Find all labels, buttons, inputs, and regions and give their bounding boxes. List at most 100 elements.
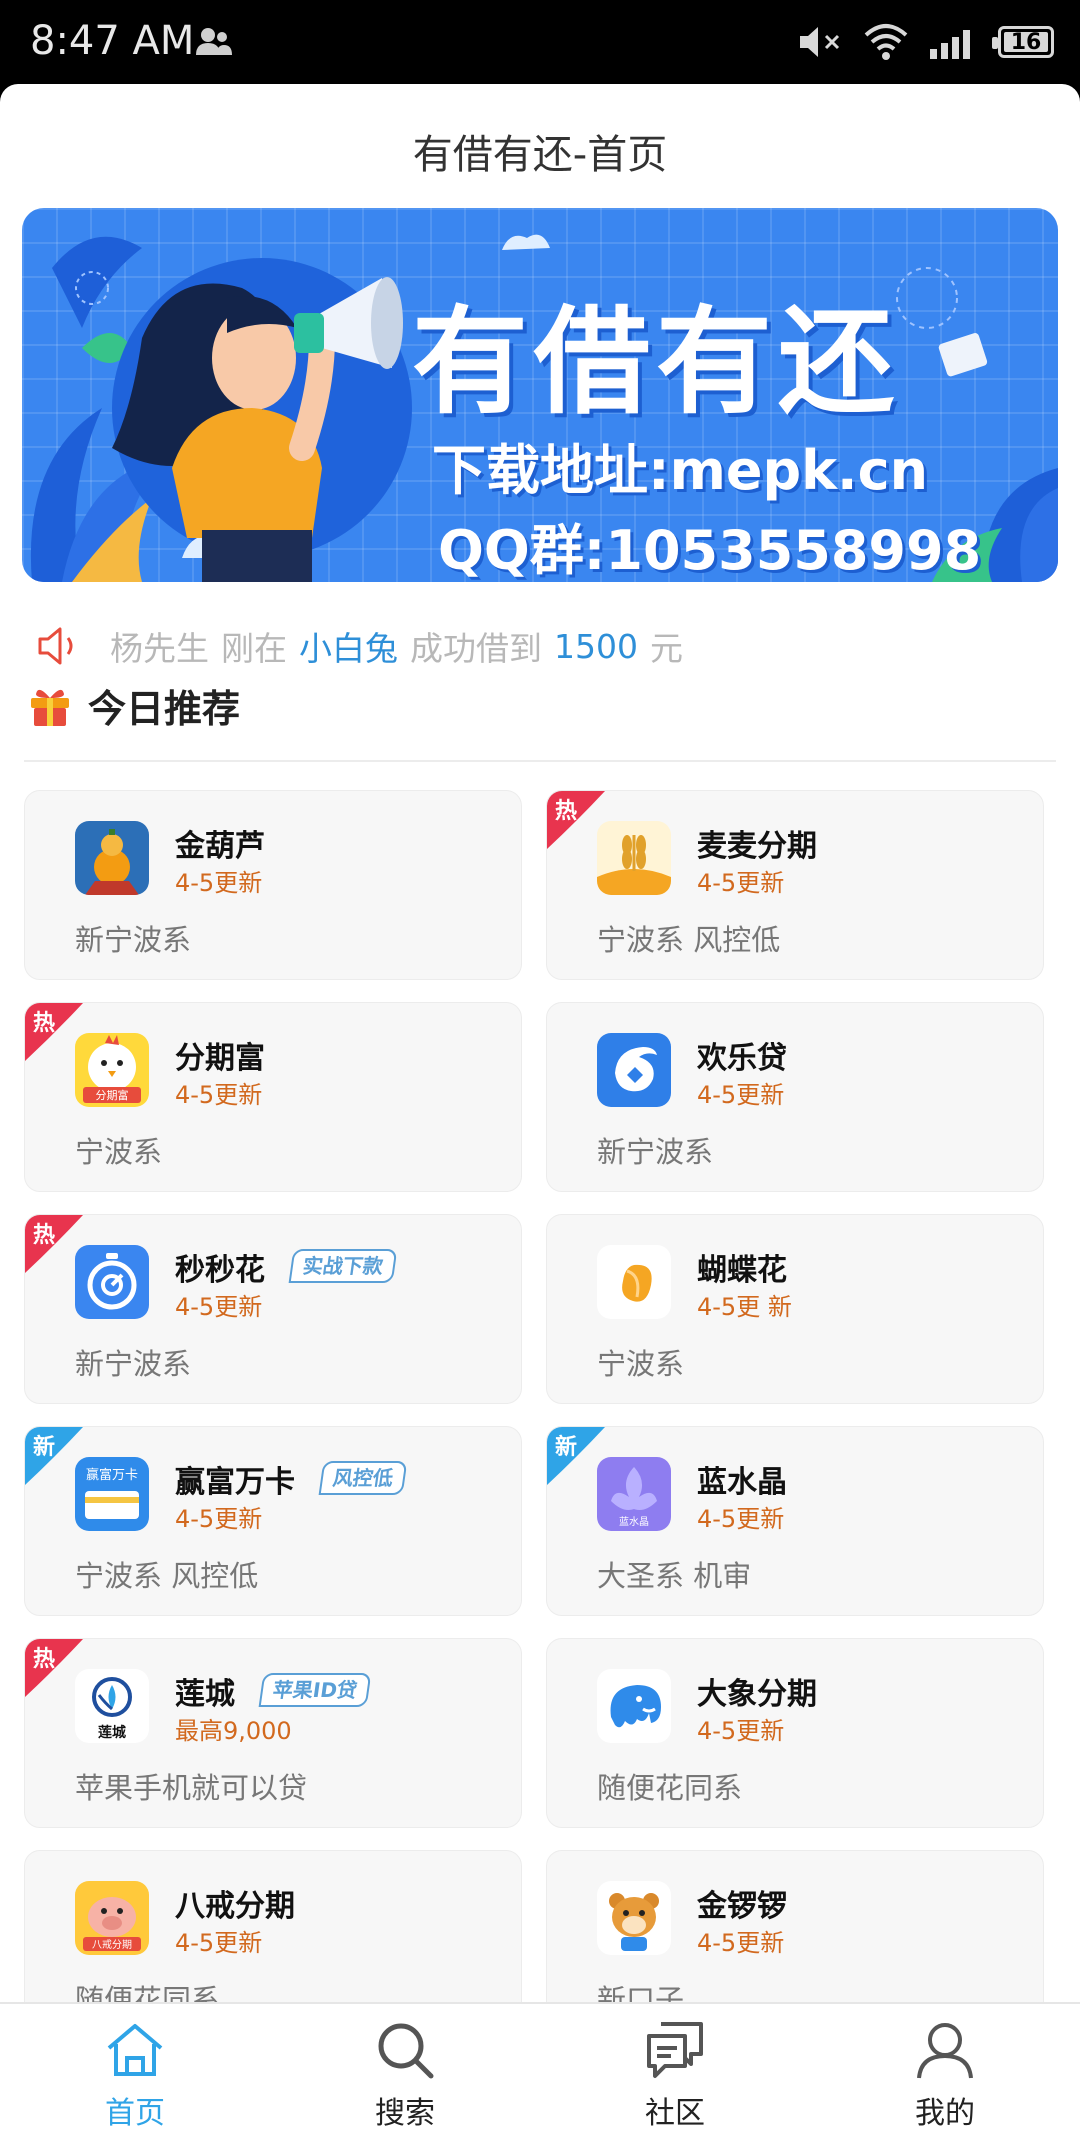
maimai-app-icon (597, 821, 671, 895)
card-name: 八戒分期 (175, 1889, 295, 1924)
contacts-icon (196, 28, 232, 55)
loan-notice: 杨先生 刚在 小白兔 成功借到 1500 元 (36, 616, 695, 676)
card-update: 最高9,000 (175, 1717, 292, 1745)
search-icon (378, 2023, 434, 2079)
card-name: 麦麦分期 (697, 829, 817, 864)
section-title: 今日推荐 (88, 687, 241, 731)
profile-icon (917, 2023, 973, 2079)
hudiehua-app-icon (597, 1245, 671, 1319)
community-icon (647, 2022, 703, 2078)
card-update: 4-5更新 (697, 1717, 785, 1745)
card-desc: 宁波系 (597, 1347, 685, 1381)
card-update: 4-5更新 (175, 1505, 263, 1533)
jinhulu-app-icon (75, 821, 149, 895)
card-tag: 苹果ID贷 (258, 1673, 372, 1707)
card-name: 欢乐贷 (697, 1041, 787, 1076)
card-update: 4-5更新 (175, 869, 263, 897)
banner-download-text: 下载地址:mepk.cn (432, 439, 929, 502)
loan-card-fenqifu[interactable]: 热 分期富 分期富 4-5更新 宁波系 (24, 1002, 522, 1192)
card-tag: 风控低 (318, 1461, 408, 1495)
card-name: 赢富万卡 (175, 1465, 295, 1500)
bajie-app-icon: 八戒分期 (75, 1881, 149, 1955)
notice-mid: 成功借到 (410, 629, 542, 668)
card-desc: 新宁波系 (597, 1135, 714, 1169)
card-name: 金葫芦 (175, 829, 265, 864)
card-desc: 新宁波系 (75, 923, 192, 957)
card-name: 蝴蝶花 (697, 1253, 787, 1288)
jinluoluo-app-icon (597, 1881, 671, 1955)
notice-pre: 刚在 (221, 629, 287, 668)
card-update: 4-5更新 (697, 1505, 785, 1533)
card-desc: 新宁波系 (75, 1347, 192, 1381)
liancheng-app-icon: 莲城 (75, 1669, 149, 1743)
bottom-tab-bar: 首页 搜索 社区 我的 (0, 2002, 1080, 2142)
banner-qq-text: QQ群:1053558998 (438, 519, 982, 582)
tab-home[interactable]: 首页 (0, 2004, 270, 2142)
tab-label: 社区 (645, 2096, 705, 2131)
card-desc: 随便花同系 (597, 1771, 743, 1805)
loan-card-jinhulu[interactable]: 金葫芦 4-5更新 新宁波系 (24, 790, 522, 980)
tab-community[interactable]: 社区 (540, 2004, 810, 2142)
card-desc: 宁波系 (75, 1135, 163, 1169)
card-update: 4-5更新 (175, 1293, 263, 1321)
tab-search[interactable]: 搜索 (270, 2004, 540, 2142)
wifi-icon (864, 24, 908, 60)
icon-text: 分期富 (96, 1088, 129, 1102)
loan-card-lanshuijing[interactable]: 新 蓝水晶 蓝水晶 4-5更新 大圣系 机审 (546, 1426, 1044, 1616)
card-update: 4-5更新 (175, 1929, 263, 1957)
app-screen: 有借有还-首页 有借有还 下载地址:mepk.cn QQ群:1053558998… (0, 84, 1080, 2142)
tab-label: 我的 (915, 2096, 975, 2131)
loan-card-daxiang[interactable]: 大象分期 4-5更新 随便花同系 (546, 1638, 1044, 1828)
card-tag: 实战下款 (288, 1249, 398, 1283)
divider (24, 760, 1056, 762)
miaomiaohua-app-icon (75, 1245, 149, 1319)
yingfuwanka-app-icon: 赢富万卡 (75, 1457, 149, 1531)
loan-card-maimai[interactable]: 热 麦麦分期 4-5更新 宁波系 风控低 (546, 790, 1044, 980)
card-desc: 大圣系 机审 (597, 1559, 752, 1593)
mute-icon (800, 27, 840, 57)
page-title: 有借有还-首页 (412, 132, 668, 178)
tab-profile[interactable]: 我的 (810, 2004, 1080, 2142)
icon-text: 赢富万卡 (86, 1467, 138, 1483)
badge-label: 新 (33, 1435, 56, 1460)
loan-card-liancheng[interactable]: 热 莲城 莲城 苹果ID贷 最高9,000 苹果手机就可以贷 (24, 1638, 522, 1828)
card-update: 4-5更 新 (697, 1293, 792, 1321)
loan-card-huanledai[interactable]: 欢乐贷 4-5更新 新宁波系 (546, 1002, 1044, 1192)
card-name: 莲城 (175, 1677, 235, 1712)
card-name: 蓝水晶 (697, 1465, 787, 1500)
status-bar: 8:47 AM 16 (0, 0, 1080, 84)
badge-label: 热 (555, 799, 578, 824)
card-name: 大象分期 (697, 1677, 817, 1712)
card-name: 金锣锣 (697, 1889, 787, 1924)
badge-label: 新 (555, 1435, 578, 1460)
signal-icon (930, 30, 970, 59)
notice-name: 杨先生 (110, 629, 209, 668)
loan-card-miaomiaohua[interactable]: 热 秒秒花 实战下款 4-5更新 新宁波系 (24, 1214, 522, 1404)
loan-card-hudiehua[interactable]: 蝴蝶花 4-5更 新 宁波系 (546, 1214, 1044, 1404)
home-icon (107, 2024, 163, 2076)
icon-text: 八戒分期 (92, 1939, 132, 1951)
card-name: 秒秒花 (175, 1253, 265, 1288)
fenqifu-app-icon: 分期富 (75, 1033, 149, 1107)
badge-label: 热 (33, 1223, 56, 1248)
notice-unit: 元 (649, 629, 683, 668)
card-desc: 宁波系 风控低 (597, 923, 781, 957)
huanledai-app-icon (597, 1033, 671, 1107)
recommend-header: 今日推荐 (28, 678, 240, 733)
notice-app: 小白兔 (299, 629, 398, 668)
promo-banner[interactable]: 有借有还 下载地址:mepk.cn QQ群:1053558998 (22, 208, 1058, 582)
card-desc: 苹果手机就可以贷 (75, 1771, 308, 1805)
gift-icon (31, 689, 69, 726)
loan-card-yingfuwanka[interactable]: 新 赢富万卡 赢富万卡 风控低 4-5更新 宁波系 风控低 (24, 1426, 522, 1616)
banner-title: 有借有还 (412, 295, 900, 430)
badge-label: 热 (33, 1647, 56, 1672)
daxiang-app-icon (597, 1669, 671, 1743)
tab-label: 首页 (105, 2096, 165, 2131)
card-desc: 宁波系 风控低 (75, 1559, 259, 1593)
status-time: 8:47 AM (30, 18, 195, 64)
card-name: 分期富 (175, 1041, 265, 1076)
badge-label: 热 (33, 1011, 56, 1036)
tab-label: 搜索 (375, 2096, 435, 2131)
card-update: 4-5更新 (697, 869, 785, 897)
lanshuijing-app-icon: 蓝水晶 (597, 1457, 671, 1531)
